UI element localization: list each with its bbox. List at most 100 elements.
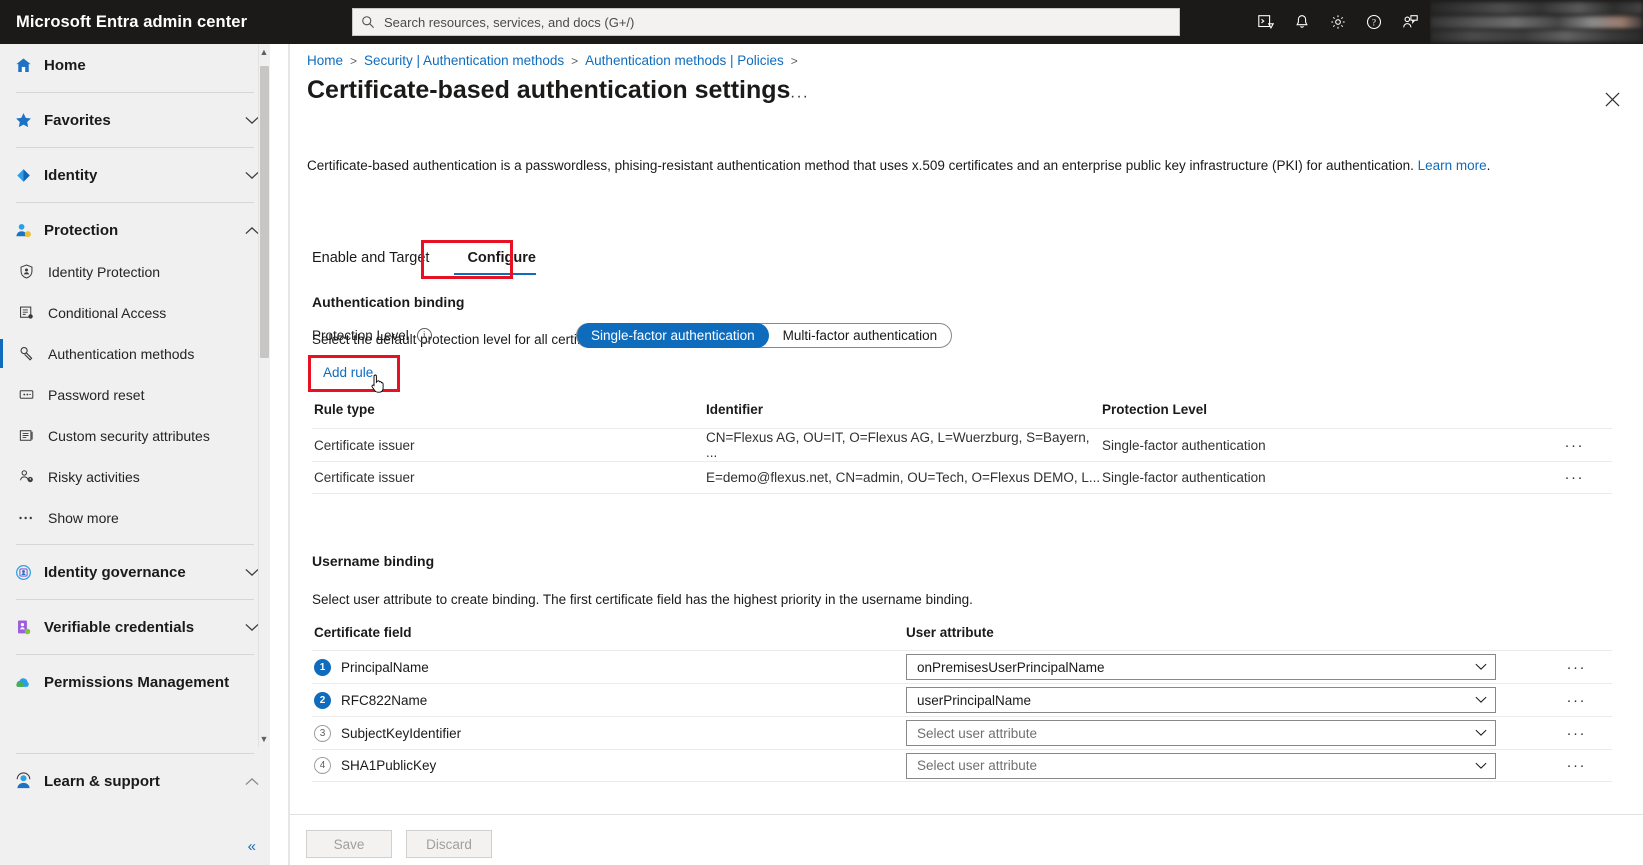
list-item[interactable]: 3 SubjectKeyIdentifier Select user attri… (312, 716, 1612, 749)
sidebar-item-label: Protection (44, 222, 234, 239)
username-binding-heading: Username binding (312, 553, 434, 569)
certificate-field-label: SHA1PublicKey (341, 758, 436, 773)
row-more-actions-ellipsis[interactable]: ··· (1502, 437, 1612, 454)
sidebar-item-label: Authentication methods (48, 346, 270, 362)
verifiable-credentials-icon (14, 618, 44, 637)
user-attribute-cell: Select user attribute (906, 720, 1496, 746)
sidebar-divider (16, 92, 254, 93)
feedback-icon[interactable] (1392, 0, 1428, 44)
pivot-label: Multi-factor authentication (783, 328, 938, 343)
sidebar-item-label: Identity (44, 167, 234, 184)
sidebar-item-identity[interactable]: Identity (0, 154, 270, 196)
identity-governance-icon (14, 563, 44, 582)
chevron-up-icon[interactable] (234, 777, 270, 786)
user-attribute-cell: userPrincipalName (906, 687, 1496, 713)
sidebar-item-learn-support[interactable]: Learn & support (0, 760, 270, 802)
global-search-box[interactable] (352, 8, 1180, 36)
sidebar-item-verifiable-credentials[interactable]: Verifiable credentials (0, 606, 270, 648)
scroll-down-arrow-icon[interactable]: ▼ (259, 733, 269, 745)
table-row[interactable]: Certificate issuer E=demo@flexus.net, CN… (312, 461, 1612, 494)
sidebar-item-permissions-management[interactable]: Permissions Management (0, 661, 270, 703)
row-more-actions-ellipsis[interactable]: ··· (1496, 659, 1612, 676)
scroll-up-arrow-icon[interactable]: ▲ (259, 46, 269, 58)
protection-level-toggle-group[interactable]: Single-factor authentication Multi-facto… (576, 323, 952, 348)
user-attribute-dropdown[interactable]: onPremisesUserPrincipalName (906, 654, 1496, 680)
collapse-sidebar-button[interactable]: « (248, 838, 256, 855)
cell-rule-type: Certificate issuer (312, 470, 706, 485)
row-more-actions-ellipsis[interactable]: ··· (1496, 757, 1612, 774)
breadcrumb-item-security[interactable]: Security | Authentication methods (364, 53, 564, 68)
cloud-shell-icon[interactable] (1248, 0, 1284, 44)
save-button[interactable]: Save (306, 830, 392, 858)
user-attribute-dropdown[interactable]: Select user attribute (906, 753, 1496, 779)
breadcrumb-separator-icon: > (350, 54, 357, 68)
user-attribute-dropdown[interactable]: Select user attribute (906, 720, 1496, 746)
certificate-field-label: SubjectKeyIdentifier (341, 726, 461, 741)
page-more-actions-ellipsis[interactable]: ··· (790, 88, 809, 106)
identity-diamond-icon (14, 166, 44, 185)
sidebar-item-favorites[interactable]: Favorites (0, 99, 270, 141)
sidebar-item-show-more[interactable]: Show more (0, 497, 270, 538)
sidebar-item-authentication-methods[interactable]: Authentication methods (0, 333, 270, 374)
star-icon (14, 111, 44, 130)
user-attribute-dropdown[interactable]: userPrincipalName (906, 687, 1496, 713)
sidebar-item-risky-activities[interactable]: Risky activities (0, 456, 270, 497)
footer-divider (290, 814, 1643, 815)
row-more-actions-ellipsis[interactable]: ··· (1496, 692, 1612, 709)
sidebar-divider (16, 544, 254, 545)
list-item[interactable]: 4 SHA1PublicKey Select user attribute ··… (312, 749, 1612, 782)
close-icon[interactable] (1601, 88, 1623, 110)
info-icon[interactable]: i (417, 328, 432, 343)
shield-person-icon (18, 263, 48, 280)
help-question-icon[interactable]: ? (1356, 0, 1392, 44)
certificate-field-cell: 2 RFC822Name (312, 692, 906, 709)
sidebar-item-custom-security-attributes[interactable]: Custom security attributes (0, 415, 270, 456)
sidebar-item-identity-governance[interactable]: Identity governance (0, 551, 270, 593)
footer-button-group: Save Discard (306, 830, 492, 858)
tab-configure[interactable]: Configure (443, 246, 549, 275)
priority-badge: 2 (314, 692, 331, 709)
notifications-bell-icon[interactable] (1284, 0, 1320, 44)
sidebar-item-label: Identity governance (44, 564, 234, 581)
sidebar-divider (16, 654, 254, 655)
tab-active-underline (454, 273, 535, 276)
main-content-panel: Home > Security | Authentication methods… (290, 44, 1643, 865)
authentication-binding-heading: Authentication binding (312, 294, 464, 310)
sidebar-item-protection[interactable]: Protection (0, 209, 270, 251)
dropdown-value: userPrincipalName (917, 693, 1031, 708)
list-item[interactable]: 1 PrincipalName onPremisesUserPrincipalN… (312, 650, 1612, 683)
search-input[interactable] (382, 14, 1171, 31)
tab-enable-and-target[interactable]: Enable and Target (312, 246, 443, 275)
breadcrumb-separator-icon: > (571, 54, 578, 68)
username-binding-table: Certificate field User attribute 1 Princ… (312, 625, 1612, 782)
sidebar-item-conditional-access[interactable]: Conditional Access (0, 292, 270, 333)
cell-protection-level: Single-factor authentication (1102, 438, 1502, 453)
user-account-area-blurred[interactable] (1430, 0, 1643, 44)
table-header-row: Rule type Identifier Protection Level (312, 402, 1612, 428)
breadcrumb-separator-icon: > (791, 54, 798, 68)
row-more-actions-ellipsis[interactable]: ··· (1496, 725, 1612, 742)
sidebar-item-password-reset[interactable]: Password reset (0, 374, 270, 415)
dropdown-placeholder: Select user attribute (917, 726, 1037, 741)
add-rule-link[interactable]: Add rule (323, 365, 373, 380)
user-attribute-cell: Select user attribute (906, 753, 1496, 779)
table-row[interactable]: Certificate issuer CN=Flexus AG, OU=IT, … (312, 428, 1612, 461)
sidebar-item-identity-protection[interactable]: Identity Protection (0, 251, 270, 292)
breadcrumb-item-policies[interactable]: Authentication methods | Policies (585, 53, 784, 68)
certificate-field-cell: 1 PrincipalName (312, 659, 906, 676)
discard-button[interactable]: Discard (406, 830, 492, 858)
breadcrumb-item-home[interactable]: Home (307, 53, 343, 68)
left-sidebar-navigation: Home Favorites Identity (0, 44, 270, 865)
list-item[interactable]: 2 RFC822Name userPrincipalName ··· (312, 683, 1612, 716)
cell-protection-level: Single-factor authentication (1102, 470, 1502, 485)
sidebar-item-home[interactable]: Home (0, 44, 270, 86)
row-more-actions-ellipsis[interactable]: ··· (1502, 469, 1612, 486)
settings-gear-icon[interactable] (1320, 0, 1356, 44)
sidebar-scrollbar-thumb[interactable] (260, 66, 269, 358)
learn-more-link[interactable]: Learn more (1418, 158, 1487, 173)
pivot-single-factor-authentication[interactable]: Single-factor authentication (577, 323, 769, 348)
sidebar-scrollbar[interactable]: ▲ ▼ (258, 44, 270, 747)
certificate-field-cell: 4 SHA1PublicKey (312, 757, 906, 774)
pivot-multi-factor-authentication[interactable]: Multi-factor authentication (769, 323, 952, 348)
sidebar-footer-area: Learn & support « (0, 747, 270, 865)
